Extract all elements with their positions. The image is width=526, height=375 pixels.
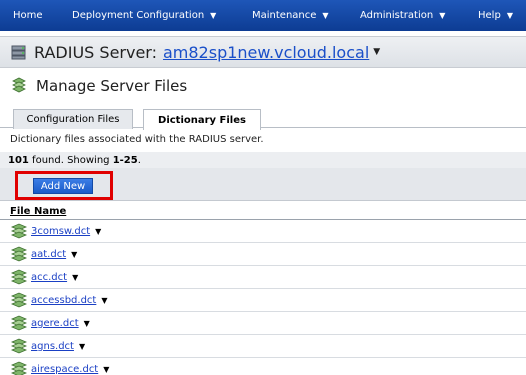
tab-dictionary-files-label: Dictionary Files [158,114,246,126]
file-name-link[interactable]: acc.dct [31,272,67,283]
page-title: Manage Server Files [36,77,188,95]
table-row: airespace.dct ▼ [0,358,526,375]
tab-description: Dictionary files associated with the RAD… [10,134,264,145]
nav-help-label: Help [478,10,501,21]
table-row: acc.dct ▼ [0,266,526,289]
table-row: accessbd.dct ▼ [0,289,526,312]
chevron-down-icon[interactable]: ▼ [373,47,380,57]
dictionary-file-icon [10,361,28,375]
results-text: found. Showing [28,154,113,166]
table-row: 3comsw.dct ▼ [0,220,526,243]
add-new-button[interactable]: Add New [33,178,93,194]
chevron-down-icon[interactable]: ▼ [103,365,109,374]
nav-maintenance[interactable]: Maintenance ▼ [252,0,329,31]
results-summary: 101 found. Showing 1-25. [0,152,526,168]
results-count: 101 [8,154,29,166]
server-label: RADIUS Server: [34,42,157,62]
chevron-down-icon[interactable]: ▼ [79,342,85,351]
server-icon [11,45,26,60]
dictionary-file-icon [10,338,28,354]
chevron-down-icon: ▼ [506,11,513,20]
nav-home-label: Home [13,10,43,21]
nav-home[interactable]: Home [13,0,43,31]
table-row: agere.dct ▼ [0,312,526,335]
chevron-down-icon: ▼ [322,11,329,20]
chevron-down-icon[interactable]: ▼ [72,273,78,282]
file-name-link[interactable]: aat.dct [31,249,66,260]
chevron-down-icon: ▼ [210,11,217,20]
nav-deployment-configuration[interactable]: Deployment Configuration ▼ [72,0,216,31]
page-title-row: Manage Server Files [0,70,526,102]
column-header-file-name[interactable]: File Name [10,206,66,217]
tab-configuration-files[interactable]: Configuration Files [13,109,133,129]
dictionary-file-icon [10,269,28,285]
file-name-link[interactable]: agere.dct [31,318,79,329]
tab-configuration-files-label: Configuration Files [26,114,120,125]
dictionary-file-icon [10,223,28,239]
server-name-link[interactable]: am82sp1new.vcloud.local [163,43,369,62]
file-name-link[interactable]: airespace.dct [31,364,98,375]
chevron-down-icon[interactable]: ▼ [71,250,77,259]
nav-administration[interactable]: Administration ▼ [360,0,445,31]
file-name-link[interactable]: 3comsw.dct [31,226,90,237]
tab-dictionary-files[interactable]: Dictionary Files [143,109,261,130]
results-range: 1-25 [112,154,138,166]
file-list: 3comsw.dct ▼ aat.dct ▼ acc.dct ▼ accessbd.dct ▼… [0,220,526,375]
tab-bar: Configuration Files Dictionary Files [0,106,526,130]
files-icon [12,77,26,93]
chevron-down-icon[interactable]: ▼ [95,227,101,236]
dictionary-file-icon [10,292,28,308]
chevron-down-icon[interactable]: ▼ [84,319,90,328]
table-row: agns.dct ▼ [0,335,526,358]
top-nav: Home Deployment Configuration ▼ Maintena… [0,0,526,31]
nav-maintenance-label: Maintenance [252,10,317,21]
dictionary-file-icon [10,246,28,262]
nav-administration-label: Administration [360,10,434,21]
file-name-link[interactable]: agns.dct [31,341,74,352]
chevron-down-icon: ▼ [439,11,446,20]
nav-deployment-label: Deployment Configuration [72,10,205,21]
server-header: RADIUS Server: am82sp1new.vcloud.local ▼ [0,36,526,68]
table-row: aat.dct ▼ [0,243,526,266]
dictionary-file-icon [10,315,28,331]
results-end: . [137,154,141,166]
nav-help[interactable]: Help ▼ [478,0,513,31]
file-name-link[interactable]: accessbd.dct [31,295,96,306]
chevron-down-icon[interactable]: ▼ [101,296,107,305]
